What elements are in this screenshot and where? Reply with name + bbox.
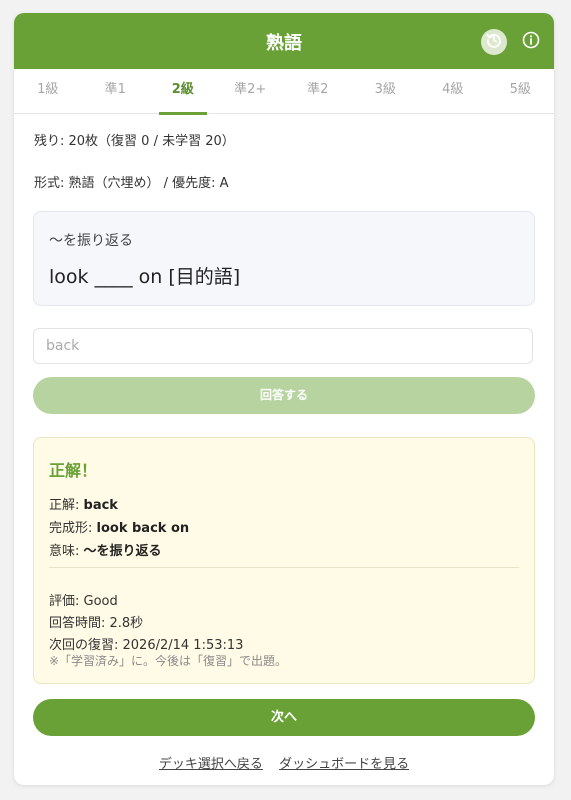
app-header: 熟語 xyxy=(14,13,554,69)
submit-answer-button[interactable]: 回答する xyxy=(33,377,535,414)
complete-phrase-value: look back on xyxy=(96,521,190,536)
rating-text: 評価: Good xyxy=(49,594,118,609)
answer-input[interactable]: back xyxy=(33,328,533,364)
complete-phrase-label: 完成形: xyxy=(49,521,97,536)
tab-grade-4[interactable]: 4級 xyxy=(419,69,487,113)
prompt-phrase: look ____ on [目的語] xyxy=(49,266,241,288)
next-review-text: 次回の復習: 2026/2/14 1:53:13 xyxy=(49,638,244,653)
remaining-count: 残り: 20枚（復習 0 / 未学習 20） xyxy=(34,134,235,149)
next-button[interactable]: 次へ xyxy=(33,699,535,736)
tab-grade-pre2[interactable]: 準2 xyxy=(284,69,352,113)
answer-time-text: 回答時間: 2.8秒 xyxy=(49,616,144,631)
correct-answer-line: 正解: back xyxy=(49,494,118,513)
question-prompt: 〜を振り返る look ____ on [目的語] xyxy=(33,211,535,306)
meaning-line: 意味: 〜を振り返る xyxy=(49,540,162,559)
meaning-value: 〜を振り返る xyxy=(83,544,162,559)
question-format: 形式: 熟語（穴埋め） / 優先度: A xyxy=(34,176,229,191)
view-dashboard-link[interactable]: ダッシュボードを見る xyxy=(279,757,409,772)
prompt-meaning: 〜を振り返る xyxy=(49,233,133,249)
back-to-deck-link[interactable]: デッキ選択へ戻る xyxy=(159,757,263,772)
tab-grade-2[interactable]: 2級 xyxy=(149,69,217,115)
status-note: ※「学習済み」に。今後は「復習」で出題。 xyxy=(49,654,288,668)
tab-grade-1[interactable]: 1級 xyxy=(14,69,82,113)
history-button[interactable] xyxy=(481,29,507,55)
complete-phrase-line: 完成形: look back on xyxy=(49,517,189,536)
result-panel: 正解！ 正解: back 完成形: look back on 意味: 〜を振り返… xyxy=(33,437,535,684)
grade-tabs: 1級 準1 2級 準2+ 準2 3級 4級 5級 xyxy=(14,69,555,115)
info-button[interactable] xyxy=(519,30,543,54)
result-title: 正解！ xyxy=(49,461,98,480)
meaning-label: 意味: xyxy=(49,544,84,559)
footer-links: デッキ選択へ戻る ダッシュボードを見る xyxy=(14,753,554,772)
info-icon xyxy=(522,31,540,53)
tab-grade-3[interactable]: 3級 xyxy=(352,69,420,113)
result-divider xyxy=(49,567,519,568)
quiz-card: 熟語 1級 準1 2級 準2+ 準2 3級 4級 5級 残り: 20枚（復習 0… xyxy=(14,13,554,785)
correct-answer-label: 正解: xyxy=(49,498,84,513)
tab-grade-pre1[interactable]: 準1 xyxy=(82,69,150,113)
tab-grade-pre2-plus[interactable]: 準2+ xyxy=(217,69,285,113)
tab-grade-5[interactable]: 5級 xyxy=(487,69,555,113)
correct-answer-value: back xyxy=(83,498,118,513)
history-icon xyxy=(486,32,502,52)
page-title: 熟語 xyxy=(266,33,302,54)
